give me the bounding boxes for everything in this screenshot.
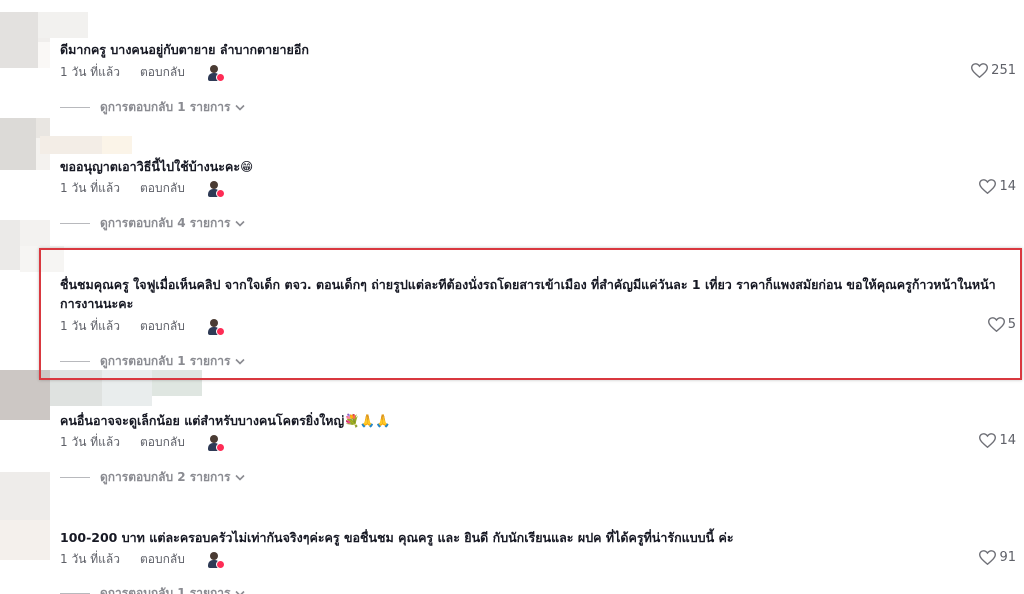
- view-replies-label: ดูการตอบกลับ 4 รายการ: [100, 216, 231, 230]
- comment-text: คนอื่นอาจจะดูเล็กน้อย แต่สำหรับบางคนโคตร…: [60, 413, 391, 428]
- reply-button[interactable]: ตอบกลับ: [140, 550, 185, 569]
- like-count: 251: [991, 63, 1016, 78]
- heart-icon: [979, 550, 997, 565]
- heart-icon: [971, 63, 989, 78]
- chevron-down-icon: [235, 220, 246, 227]
- comment-text: ขออนุญาตเอาวิธีนี้ไปใช้บ้างนะคะ😁: [60, 159, 254, 174]
- comment-time: 1 วัน ที่แล้ว: [60, 435, 120, 449]
- view-replies-label: ดูการตอบกลับ 1 รายการ: [100, 586, 231, 594]
- chevron-down-icon: [235, 474, 246, 481]
- comment-list: ดีมากครู บางคนอยู่กับตายาย ลำบากตายายอีก…: [0, 0, 1024, 594]
- comment-meta: 1 วัน ที่แล้ว ตอบกลับ: [60, 550, 225, 569]
- view-replies-button[interactable]: ดูการตอบกลับ 1 รายการ: [60, 98, 246, 117]
- comment-text: ดีมากครู บางคนอยู่กับตายาย ลำบากตายายอีก: [60, 42, 309, 57]
- creator-liked-icon: [207, 64, 225, 82]
- chevron-down-icon: [235, 104, 246, 111]
- comment-time: 1 วัน ที่แล้ว: [60, 552, 120, 566]
- divider: [60, 477, 90, 478]
- view-replies-button[interactable]: ดูการตอบกลับ 4 รายการ: [60, 214, 246, 233]
- like-count: 14: [999, 179, 1016, 194]
- chevron-down-icon: [235, 590, 246, 594]
- comment-meta: 1 วัน ที่แล้ว ตอบกลับ: [60, 63, 225, 82]
- creator-liked-icon: [207, 180, 225, 198]
- creator-liked-icon: [207, 434, 225, 452]
- heart-icon: [979, 179, 997, 194]
- creator-liked-icon: [207, 551, 225, 569]
- highlight-box: [39, 248, 1022, 380]
- like-button[interactable]: 251: [971, 63, 1016, 78]
- view-replies-label: ดูการตอบกลับ 2 รายการ: [100, 470, 231, 484]
- comment-time: 1 วัน ที่แล้ว: [60, 65, 120, 79]
- divider: [60, 107, 90, 108]
- avatar[interactable]: [0, 472, 50, 520]
- reply-button[interactable]: ตอบกลับ: [140, 433, 185, 452]
- like-count: 14: [999, 433, 1016, 448]
- reply-button[interactable]: ตอบกลับ: [140, 179, 185, 198]
- comment-time: 1 วัน ที่แล้ว: [60, 181, 120, 195]
- divider: [60, 223, 90, 224]
- comment-meta: 1 วัน ที่แล้ว ตอบกลับ: [60, 179, 225, 198]
- view-replies-button[interactable]: ดูการตอบกลับ 2 รายการ: [60, 468, 246, 487]
- reply-button[interactable]: ตอบกลับ: [140, 63, 185, 82]
- like-count: 91: [999, 550, 1016, 565]
- like-button[interactable]: 91: [979, 550, 1016, 565]
- like-button[interactable]: 14: [979, 433, 1016, 448]
- comment-text: 100-200 บาท แต่ละครอบครัวไม่เท่ากันจริงๆ…: [60, 530, 734, 545]
- view-replies-label: ดูการตอบกลับ 1 รายการ: [100, 100, 231, 114]
- heart-icon: [979, 433, 997, 448]
- like-button[interactable]: 14: [979, 179, 1016, 194]
- comment-meta: 1 วัน ที่แล้ว ตอบกลับ: [60, 433, 225, 452]
- view-replies-button[interactable]: ดูการตอบกลับ 1 รายการ: [60, 584, 246, 594]
